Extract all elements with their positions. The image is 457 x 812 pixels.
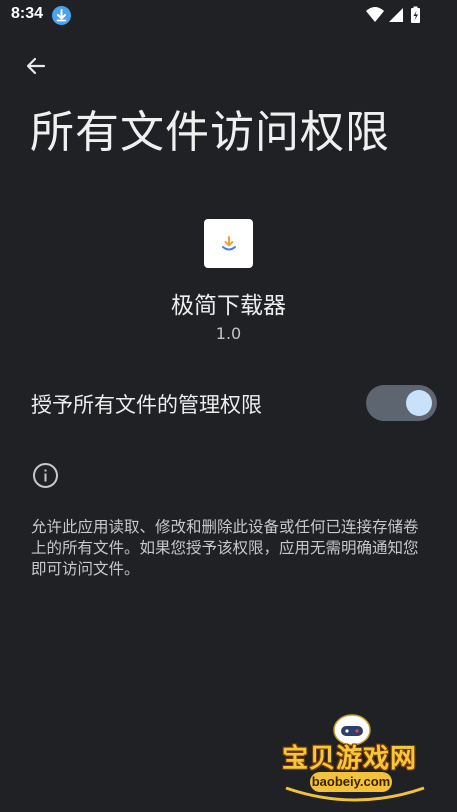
permission-label: 授予所有文件的管理权限	[31, 393, 262, 417]
status-bar: 8:34	[0, 0, 457, 32]
permission-toggle[interactable]	[366, 385, 437, 421]
info-description: 允许此应用读取、修改和删除此设备或任何已连接存储卷上的所有文件。如果您授予该权限…	[31, 518, 419, 578]
screen: 8:34 所有文件访问权限 极简下载器 1.0 授予所有文件的管理权限 允许此应…	[0, 0, 457, 812]
status-time: 8:34	[11, 5, 44, 22]
info-icon	[32, 462, 59, 489]
wifi-icon	[366, 7, 384, 22]
watermark-logo: 宝贝游戏网 baobeiy.com	[280, 712, 430, 808]
download-notification-icon	[52, 6, 71, 25]
app-version: 1.0	[215, 324, 242, 343]
battery-charging-icon	[411, 6, 420, 23]
signal-icon	[389, 8, 403, 22]
app-name: 极简下载器	[171, 293, 286, 319]
back-button[interactable]	[18, 48, 54, 84]
watermark-url: baobeiy.com	[310, 772, 392, 792]
watermark-text: 宝贝游戏网	[282, 744, 418, 774]
all-files-permission-row[interactable]: 授予所有文件的管理权限	[0, 380, 457, 428]
status-icons	[365, 5, 425, 25]
toggle-thumb	[406, 390, 432, 416]
page-title: 所有文件访问权限	[30, 107, 390, 158]
download-app-icon	[204, 219, 253, 268]
arrow-left-icon	[26, 57, 46, 75]
